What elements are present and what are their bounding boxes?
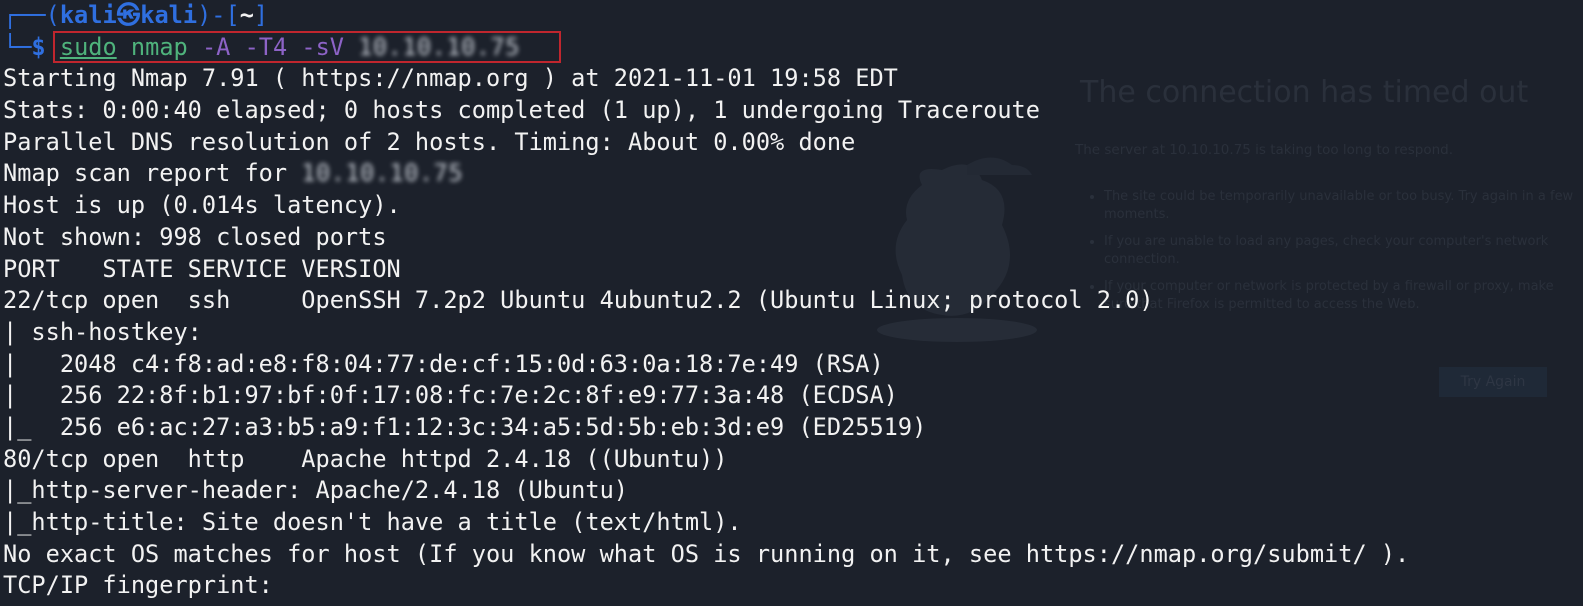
prompt-dollar: $ <box>31 32 46 61</box>
terminal-output[interactable]: ┌──(kali㉿kali)-[~] └─$ sudo nmap -A -T4 … <box>3 0 1409 602</box>
output-line: 22/tcp open ssh OpenSSH 7.2p2 Ubuntu 4ub… <box>3 286 1154 315</box>
scan-report-prefix: Nmap scan report for <box>3 159 302 188</box>
prompt-user: kali <box>59 1 117 29</box>
output-line: 80/tcp open http Apache httpd 2.4.18 ((U… <box>3 444 728 473</box>
prompt-frame-mid: )-[ <box>197 1 240 29</box>
output-line: | ssh-hostkey: <box>3 317 202 346</box>
prompt-frame-bottom: └─ <box>3 32 32 61</box>
output-line: | 2048 c4:f8:ad:e8:f8:04:77:de:cf:15:0d:… <box>3 349 884 378</box>
prompt-frame-end: ] <box>253 1 269 29</box>
output-line: Host is up (0.014s latency). <box>3 191 401 220</box>
kali-skull-icon: ㉿ <box>116 1 141 29</box>
output-line: |_ 256 e6:ac:27:a3:b5:a9:f1:12:3c:34:a5:… <box>3 412 927 441</box>
output-line: Stats: 0:00:40 elapsed; 0 hosts complete… <box>3 96 1040 125</box>
output-line: PORT STATE SERVICE VERSION <box>3 254 401 283</box>
scan-report-target-redacted: 10.10.10.75 <box>301 159 464 188</box>
output-line: TCP/IP fingerprint: <box>3 571 273 600</box>
terminal-window[interactable]: The connection has timed out The server … <box>0 0 1583 606</box>
prompt-path: ~ <box>239 1 254 29</box>
output-line: Starting Nmap 7.91 ( https://nmap.org ) … <box>3 64 898 93</box>
try-again-button: Try Again <box>1439 367 1547 397</box>
output-line: Not shown: 998 closed ports <box>3 222 387 251</box>
output-line: | 256 22:8f:b1:97:bf:0f:17:08:fc:7e:2c:8… <box>3 381 898 410</box>
prompt-frame-top: ┌──( <box>3 1 60 29</box>
prompt-line-1: ┌──(kali㉿kali)-[~] <box>3 0 1409 32</box>
output-line: Nmap scan report for 10.10.10.75 <box>3 158 1409 190</box>
output-line: Parallel DNS resolution of 2 hosts. Timi… <box>3 127 856 156</box>
command-highlight-box <box>53 31 561 63</box>
output-line: |_http-server-header: Apache/2.4.18 (Ubu… <box>3 476 629 505</box>
output-line: No exact OS matches for host (If you kno… <box>3 539 1410 568</box>
prompt-host: kali <box>140 1 198 29</box>
output-line: |_http-title: Site doesn't have a title … <box>3 508 742 536</box>
